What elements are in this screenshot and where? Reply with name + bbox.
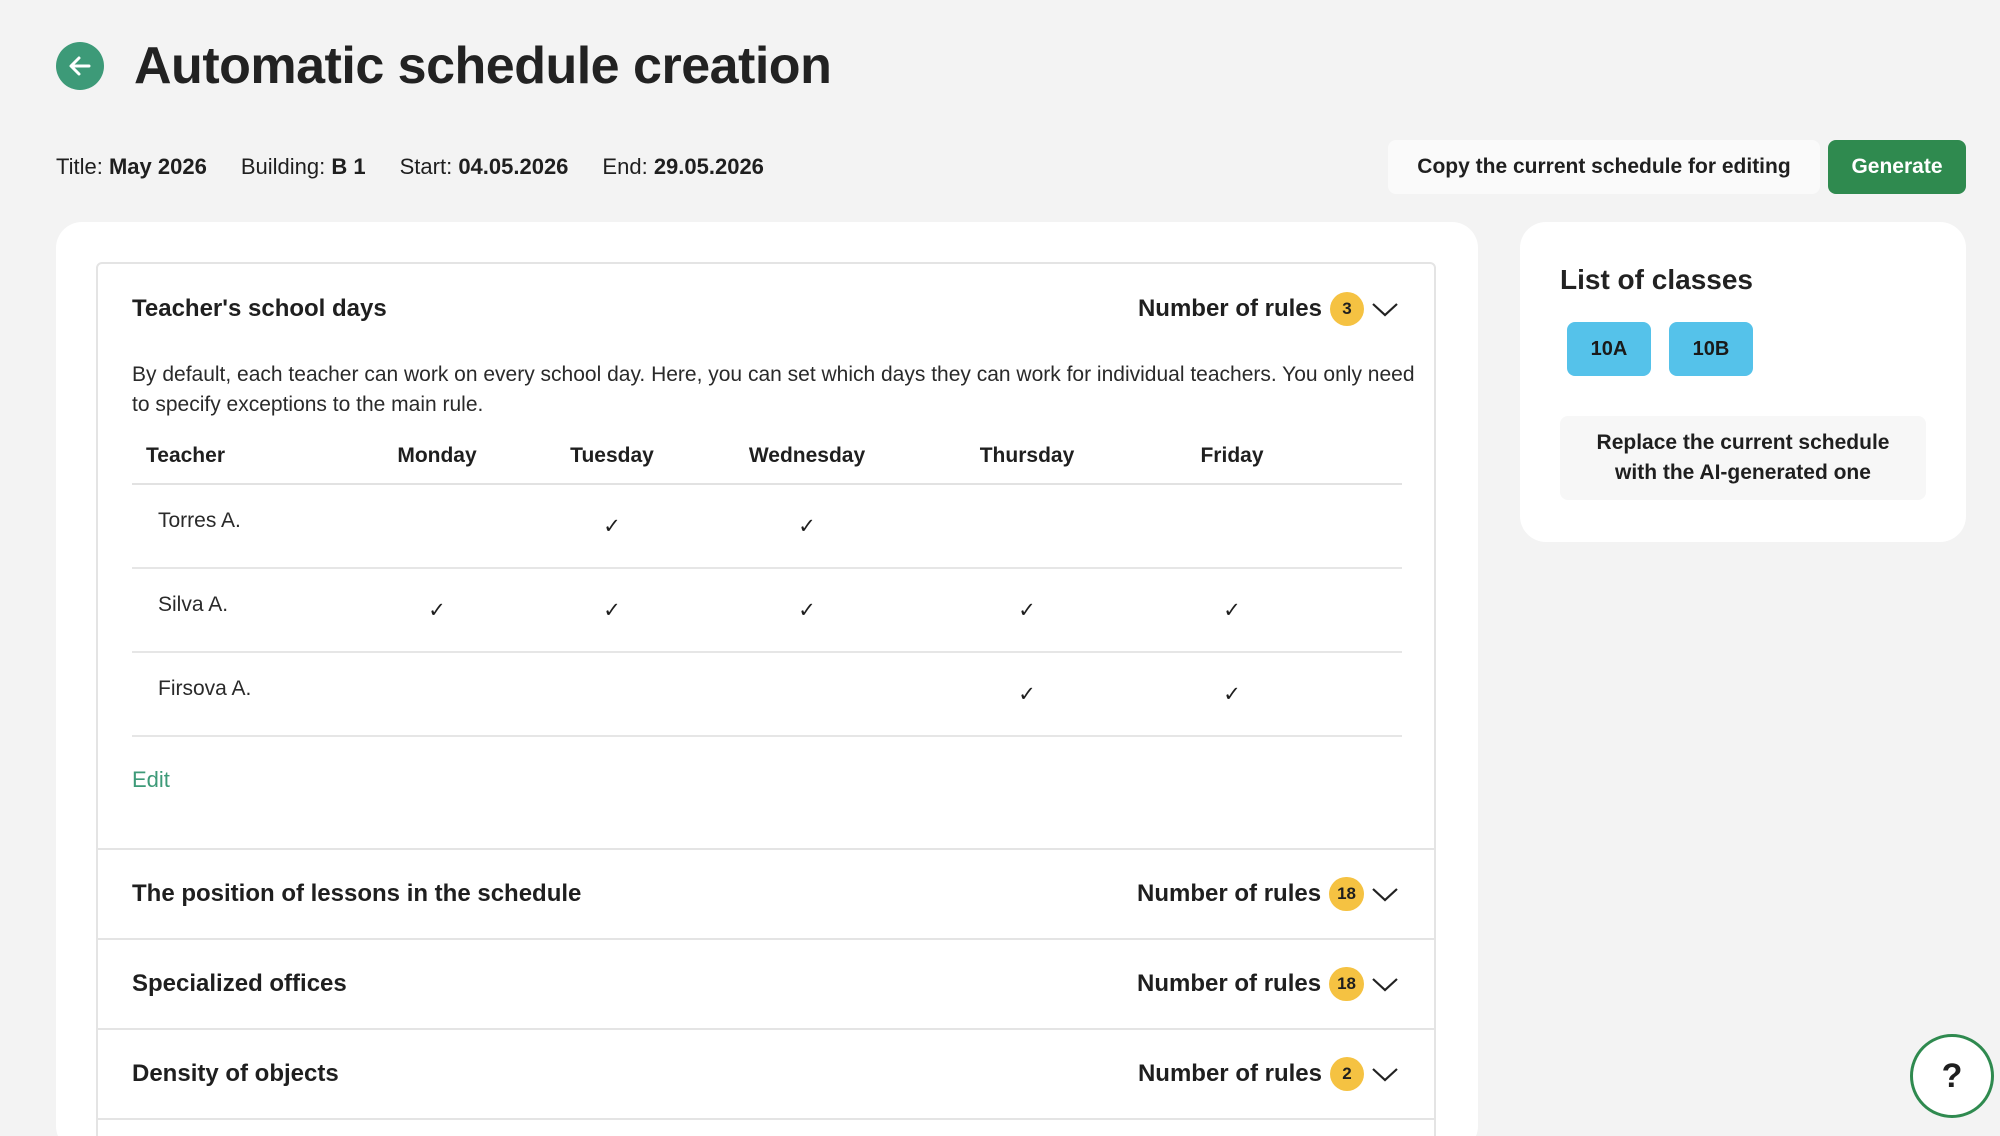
class-chip-10a[interactable]: 10A — [1567, 322, 1651, 376]
replace-schedule-button[interactable]: Replace the current schedule with the AI… — [1560, 416, 1926, 500]
section-header[interactable]: Teacher's school days Number of rules 3 — [98, 264, 1434, 354]
teacher-days-table: Teacher Monday Tuesday Wednesday Thursda… — [132, 428, 1402, 737]
day-cell: ✓ — [362, 568, 512, 653]
teacher-name: Firsova A. — [132, 652, 362, 737]
copy-schedule-button[interactable]: Copy the current schedule for editing — [1388, 140, 1820, 194]
day-cell — [362, 652, 512, 737]
table-row: Silva A. ✓ ✓ ✓ ✓ ✓ — [132, 568, 1402, 653]
day-cell: ✓ — [902, 568, 1152, 653]
teacher-name: Torres A. — [132, 484, 362, 569]
day-cell: ✓ — [512, 484, 712, 569]
table-header-row: Teacher Monday Tuesday Wednesday Thursda… — [132, 428, 1402, 485]
chevron-down-icon[interactable] — [1370, 1059, 1400, 1089]
day-cell — [362, 484, 512, 569]
generate-button[interactable]: Generate — [1828, 140, 1966, 194]
day-cell — [512, 652, 712, 737]
day-cell — [712, 652, 902, 737]
column-header-friday: Friday — [1152, 428, 1312, 485]
section-title: Specialized offices — [132, 970, 347, 997]
help-button[interactable]: ? — [1910, 1034, 1994, 1118]
rules-count-badge: 2 — [1330, 1057, 1364, 1091]
edit-link[interactable]: Edit — [132, 767, 170, 793]
day-cell — [902, 484, 1152, 569]
column-spacer — [1312, 428, 1402, 485]
row-spacer — [1312, 652, 1402, 737]
day-cell: ✓ — [712, 568, 902, 653]
rules-count: Number of rules 18 — [1137, 877, 1400, 911]
section-teacher-school-days: Teacher's school days Number of rules 3 … — [98, 264, 1434, 848]
day-cell: ✓ — [902, 652, 1152, 737]
class-chip-list: 10A 10B — [1567, 322, 1771, 376]
rules-count-badge: 3 — [1330, 292, 1364, 326]
rules-count: Number of rules 3 — [1138, 292, 1400, 326]
classes-card: List of classes 10A 10B Replace the curr… — [1520, 222, 1966, 542]
day-cell: ✓ — [1152, 568, 1312, 653]
rules-count: Number of rules 2 — [1138, 1057, 1400, 1091]
section-title: Teacher's school days — [132, 295, 387, 322]
day-cell: ✓ — [712, 484, 902, 569]
column-header-teacher: Teacher — [132, 428, 362, 485]
day-cell: ✓ — [1152, 652, 1312, 737]
row-spacer — [1312, 568, 1402, 653]
class-chip-10b[interactable]: 10B — [1669, 322, 1753, 376]
page-title: Automatic schedule creation — [134, 37, 832, 95]
rules-card: Teacher's school days Number of rules 3 … — [56, 222, 1478, 1136]
column-header-thursday: Thursday — [902, 428, 1152, 485]
arrow-left-icon — [69, 56, 91, 76]
day-cell — [1152, 484, 1312, 569]
page-header: Automatic schedule creation — [56, 34, 832, 98]
chevron-down-icon[interactable] — [1370, 294, 1400, 324]
table-row: Firsova A. ✓ ✓ — [132, 652, 1402, 737]
section-description: By default, each teacher can work on eve… — [132, 363, 1415, 416]
section-body: By default, each teacher can work on eve… — [98, 360, 1434, 793]
schedule-meta: Title: May 2026 Building: B 1 Start: 04.… — [56, 152, 798, 182]
section-lesson-position[interactable]: The position of lessons in the schedule … — [98, 848, 1434, 938]
section-density-of-objects[interactable]: Density of objects Number of rules 2 — [98, 1028, 1434, 1118]
back-button[interactable] — [56, 42, 104, 90]
day-cell: ✓ — [512, 568, 712, 653]
meta-building: Building: B 1 — [240, 154, 366, 179]
section-title: The position of lessons in the schedule — [132, 880, 582, 907]
rules-count: Number of rules 18 — [1137, 967, 1400, 1001]
section-divider — [98, 1118, 1434, 1120]
meta-title: Title: May 2026 — [56, 154, 207, 179]
section-specialized-offices[interactable]: Specialized offices Number of rules 18 — [98, 938, 1434, 1028]
column-header-tuesday: Tuesday — [512, 428, 712, 485]
meta-end: End: 29.05.2026 — [602, 154, 764, 179]
table-row: Torres A. ✓ ✓ — [132, 484, 1402, 569]
chevron-down-icon[interactable] — [1370, 969, 1400, 999]
classes-title: List of classes — [1560, 264, 1753, 295]
teacher-name: Silva A. — [132, 568, 362, 653]
rules-panel: Teacher's school days Number of rules 3 … — [96, 262, 1436, 1136]
section-title: Density of objects — [132, 1060, 339, 1087]
rules-count-badge: 18 — [1329, 877, 1364, 911]
column-header-monday: Monday — [362, 428, 512, 485]
meta-start: Start: 04.05.2026 — [399, 154, 569, 179]
row-spacer — [1312, 484, 1402, 569]
rules-count-badge: 18 — [1329, 967, 1364, 1001]
column-header-wednesday: Wednesday — [712, 428, 902, 485]
chevron-down-icon[interactable] — [1370, 879, 1400, 909]
